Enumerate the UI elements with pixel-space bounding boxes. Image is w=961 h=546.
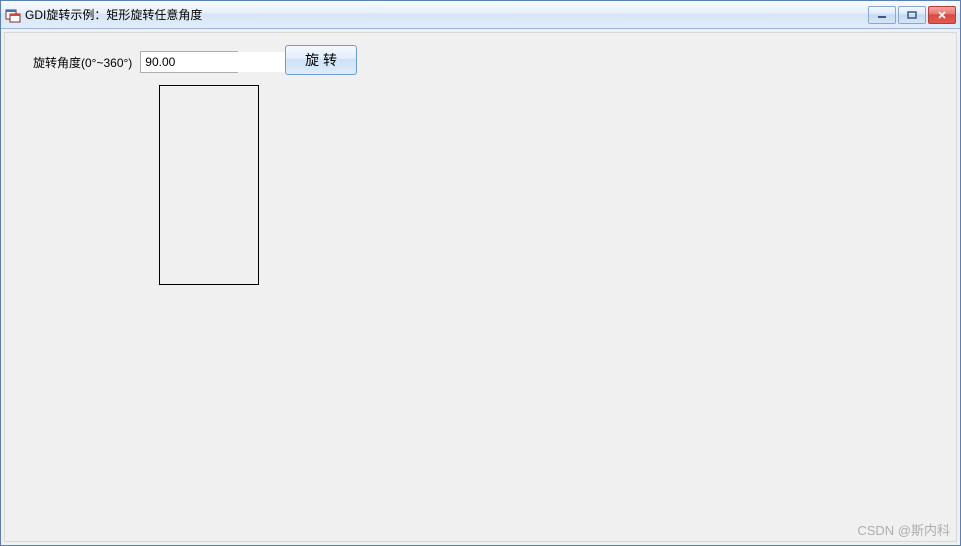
window-controls xyxy=(868,6,956,24)
angle-label: 旋转角度(0°~360°) xyxy=(33,54,132,71)
maximize-icon xyxy=(907,11,917,19)
angle-row: 旋转角度(0°~360°) xyxy=(33,51,238,73)
minimize-button[interactable] xyxy=(868,6,896,24)
rotated-rectangle xyxy=(159,85,259,285)
form-icon xyxy=(5,7,21,23)
drawing-canvas xyxy=(5,85,956,541)
angle-input[interactable] xyxy=(141,52,304,72)
angle-numeric-updown[interactable] xyxy=(140,51,238,73)
close-button[interactable] xyxy=(928,6,956,24)
window-title: GDI旋转示例：矩形旋转任意角度 xyxy=(25,6,868,23)
app-window: GDI旋转示例：矩形旋转任意角度 旋转角度(0°~360°) xyxy=(0,0,961,546)
titlebar[interactable]: GDI旋转示例：矩形旋转任意角度 xyxy=(1,1,960,29)
close-icon xyxy=(937,11,947,19)
client-area: 旋转角度(0°~360°) 旋转 xyxy=(4,32,957,542)
maximize-button[interactable] xyxy=(898,6,926,24)
minimize-icon xyxy=(877,11,887,19)
rotate-button[interactable]: 旋转 xyxy=(285,45,357,75)
